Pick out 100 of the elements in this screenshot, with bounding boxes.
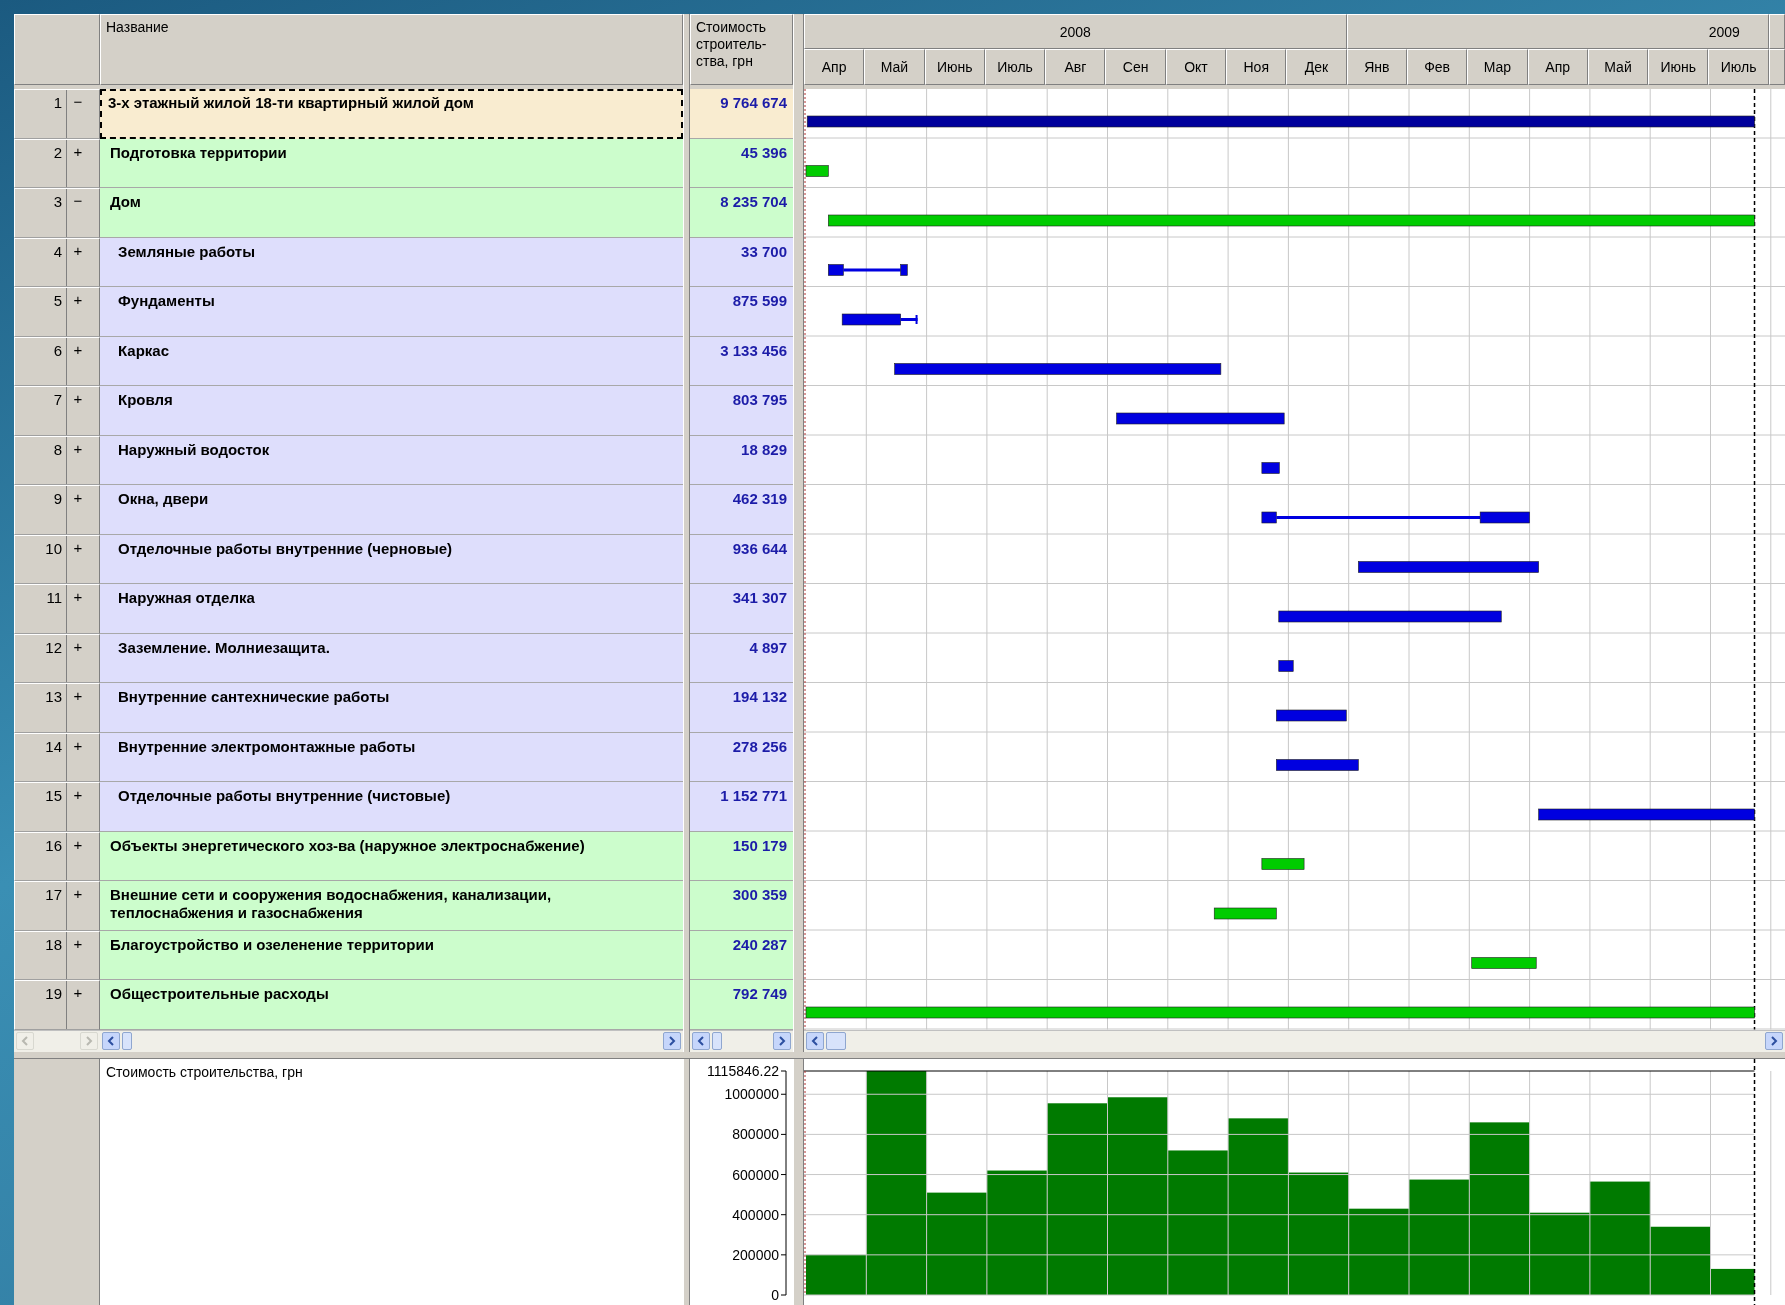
expand-toggle[interactable]: + xyxy=(67,288,89,336)
row-number: 12 xyxy=(15,634,67,682)
month-header: Июнь xyxy=(924,49,985,85)
table-cell[interactable]: Дом xyxy=(100,188,683,238)
table-cell: 300 359 xyxy=(690,881,793,931)
axis-label: 0 xyxy=(771,1287,779,1303)
splitter[interactable] xyxy=(683,1059,690,1305)
table-cell[interactable]: Фундаменты xyxy=(100,287,683,337)
year-header: 2009 xyxy=(1708,23,1740,40)
expand-toggle[interactable]: + xyxy=(67,832,89,880)
axis-label: 200000 xyxy=(732,1246,779,1263)
column-header[interactable]: Стоимость строитель-ства, грн xyxy=(690,14,793,85)
row-number: 18 xyxy=(15,931,67,979)
month-header: Май xyxy=(1587,49,1649,85)
table-cell[interactable]: Наружный водосток xyxy=(100,435,683,485)
row-number: 2 xyxy=(15,139,67,187)
table-cell[interactable]: Объекты энергетического хоз-ва (наружное электроснабжение) xyxy=(100,831,683,881)
table-cell: 240 287 xyxy=(690,930,793,980)
row-number: 8 xyxy=(15,436,67,484)
expand-toggle[interactable]: + xyxy=(67,139,89,187)
row-number: 17 xyxy=(15,882,67,930)
expand-toggle[interactable]: − xyxy=(67,189,89,237)
table-cell[interactable]: Отделочные работы внутренние (чистовые) xyxy=(100,782,683,832)
table-cell[interactable]: 3-х этажный жилой 18-ти квартирный жилой дом xyxy=(100,89,683,139)
table-cell[interactable]: Окна, двери xyxy=(100,485,683,535)
expand-toggle[interactable]: + xyxy=(67,634,89,682)
expand-toggle[interactable]: + xyxy=(67,486,89,534)
table-cell: 18 829 xyxy=(690,435,793,485)
scroll-thumb[interactable] xyxy=(122,1032,132,1050)
chevron-right-icon xyxy=(1770,1036,1778,1046)
axis-label: 600000 xyxy=(732,1166,779,1183)
scroll-thumb[interactable] xyxy=(826,1032,846,1050)
table-cell[interactable]: Земляные работы xyxy=(100,237,683,287)
table-cell[interactable]: Внешние сети и сооружения водоснабжения, канализации, теплоснабжения и газоснабжения xyxy=(100,881,683,931)
table-cell: 875 599 xyxy=(690,287,793,337)
row-number: 13 xyxy=(15,684,67,732)
expand-toggle[interactable]: + xyxy=(67,585,89,633)
chevron-right-icon xyxy=(668,1036,676,1046)
table-cell: 4 897 xyxy=(690,633,793,683)
axis-label: 1000000 xyxy=(724,1086,779,1103)
expand-toggle[interactable]: + xyxy=(67,387,89,435)
splitter[interactable] xyxy=(793,14,804,1052)
expand-toggle[interactable]: − xyxy=(67,90,89,138)
table-cell[interactable]: Каркас xyxy=(100,336,683,386)
task-bar xyxy=(1261,858,1305,870)
axis-label: 400000 xyxy=(732,1206,779,1223)
table-cell: 462 319 xyxy=(690,485,793,535)
expand-toggle[interactable]: + xyxy=(67,931,89,979)
table-cell[interactable]: Подготовка территории xyxy=(100,138,683,188)
month-header: Сен xyxy=(1105,49,1166,85)
expand-toggle[interactable]: + xyxy=(67,783,89,831)
row-number: 1 xyxy=(15,90,67,138)
expand-toggle[interactable]: + xyxy=(67,535,89,583)
month-header: Ноя xyxy=(1226,49,1287,85)
row-number: 15 xyxy=(15,783,67,831)
axis-label: 1115846.22 xyxy=(707,1063,779,1079)
table-cell: 341 307 xyxy=(690,584,793,634)
table-cell: 33 700 xyxy=(690,237,793,287)
table-cell: 194 132 xyxy=(690,683,793,733)
chart-label: Стоимость строительства, грн xyxy=(106,1064,303,1080)
month-header: Апр xyxy=(1527,49,1588,85)
row-number: 9 xyxy=(15,486,67,534)
scroll-left-button[interactable] xyxy=(102,1032,120,1050)
column-header[interactable]: Название xyxy=(100,14,683,85)
month-header: Авг xyxy=(1045,49,1106,85)
scroll-right-button[interactable] xyxy=(663,1032,681,1050)
row-number: 10 xyxy=(15,535,67,583)
scroll-right-button[interactable] xyxy=(1765,1032,1783,1050)
task-bar xyxy=(1213,907,1277,920)
expand-toggle[interactable]: + xyxy=(67,733,89,781)
table-cell: 8 235 704 xyxy=(690,188,793,238)
task-bar xyxy=(1278,660,1294,672)
expand-toggle[interactable]: + xyxy=(67,238,89,286)
table-cell[interactable]: Внутренние электромонтажные работы xyxy=(100,732,683,782)
month-header: Апр xyxy=(804,49,865,85)
expand-toggle[interactable]: + xyxy=(67,684,89,732)
expand-toggle[interactable]: + xyxy=(67,436,89,484)
scroll-right-button[interactable] xyxy=(773,1032,791,1050)
splitter[interactable] xyxy=(683,14,690,1052)
table-cell[interactable]: Общестроительные расходы xyxy=(100,980,683,1030)
expand-toggle[interactable]: + xyxy=(67,882,89,930)
splitter[interactable] xyxy=(793,1059,804,1305)
scroll-thumb[interactable] xyxy=(712,1032,722,1050)
chevron-right-icon xyxy=(778,1036,786,1046)
table-cell[interactable]: Внутренние сантехнические работы xyxy=(100,683,683,733)
table-cell: 45 396 xyxy=(690,138,793,188)
scroll-left-button[interactable] xyxy=(692,1032,710,1050)
chevron-right-icon xyxy=(85,1036,93,1046)
expand-toggle[interactable]: + xyxy=(67,981,89,1029)
table-cell[interactable]: Заземление. Молниезащита. xyxy=(100,633,683,683)
expand-toggle[interactable]: + xyxy=(67,337,89,385)
task-bar xyxy=(1471,957,1537,969)
month-header: Июль xyxy=(1708,49,1769,85)
month-header: Янв xyxy=(1346,49,1407,85)
table-cell[interactable]: Наружная отделка xyxy=(100,584,683,634)
table-cell[interactable]: Отделочные работы внутренние (черновые) xyxy=(100,534,683,584)
table-cell[interactable]: Благоустройство и озеленение территории xyxy=(100,930,683,980)
scroll-left-button[interactable] xyxy=(806,1032,824,1050)
table-cell[interactable]: Кровля xyxy=(100,386,683,436)
task-bar xyxy=(1261,462,1280,474)
